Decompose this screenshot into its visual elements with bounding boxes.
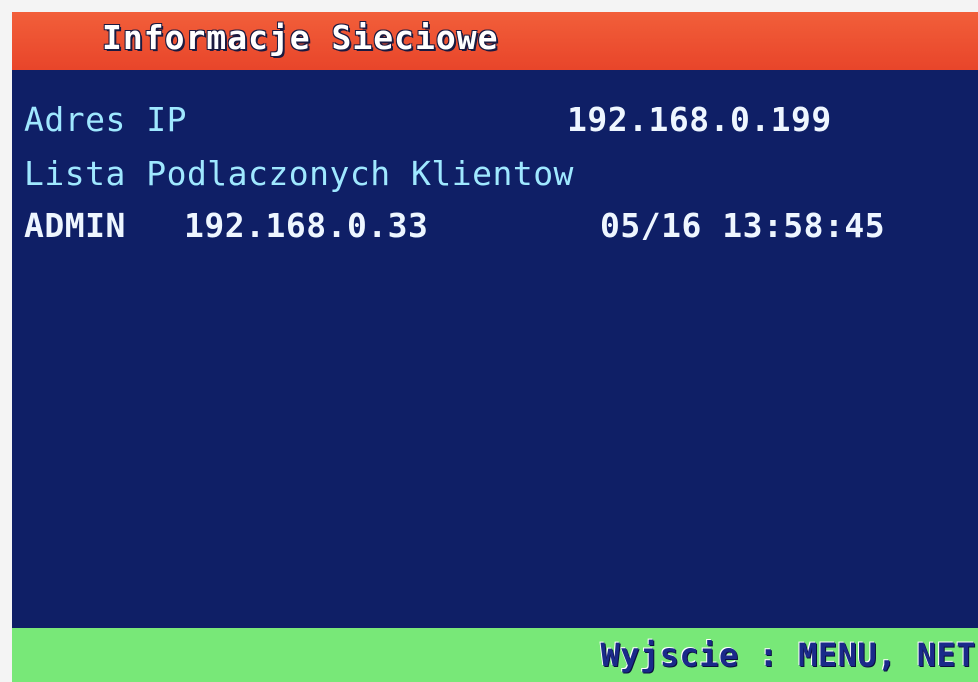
client-ip: 192.168.0.33 [184,206,429,245]
client-timestamp: 05/16 13:58:45 [600,206,886,245]
page-title: Informacje Sieciowe [102,18,499,57]
ip-address-value: 192.168.0.199 [567,100,832,139]
client-user: ADMIN [24,206,126,245]
title-bar: Informacje Sieciowe [12,12,978,70]
footer-bar: Wyjscie : MENU, NET [12,628,978,682]
connected-clients-heading: Lista Podlaczonych Klientow [24,154,574,193]
exit-hint: Wyjscie : MENU, NET [600,636,976,674]
osd-screen: Informacje Sieciowe Adres IP 192.168.0.1… [12,12,978,682]
ip-address-label: Adres IP [24,100,187,139]
